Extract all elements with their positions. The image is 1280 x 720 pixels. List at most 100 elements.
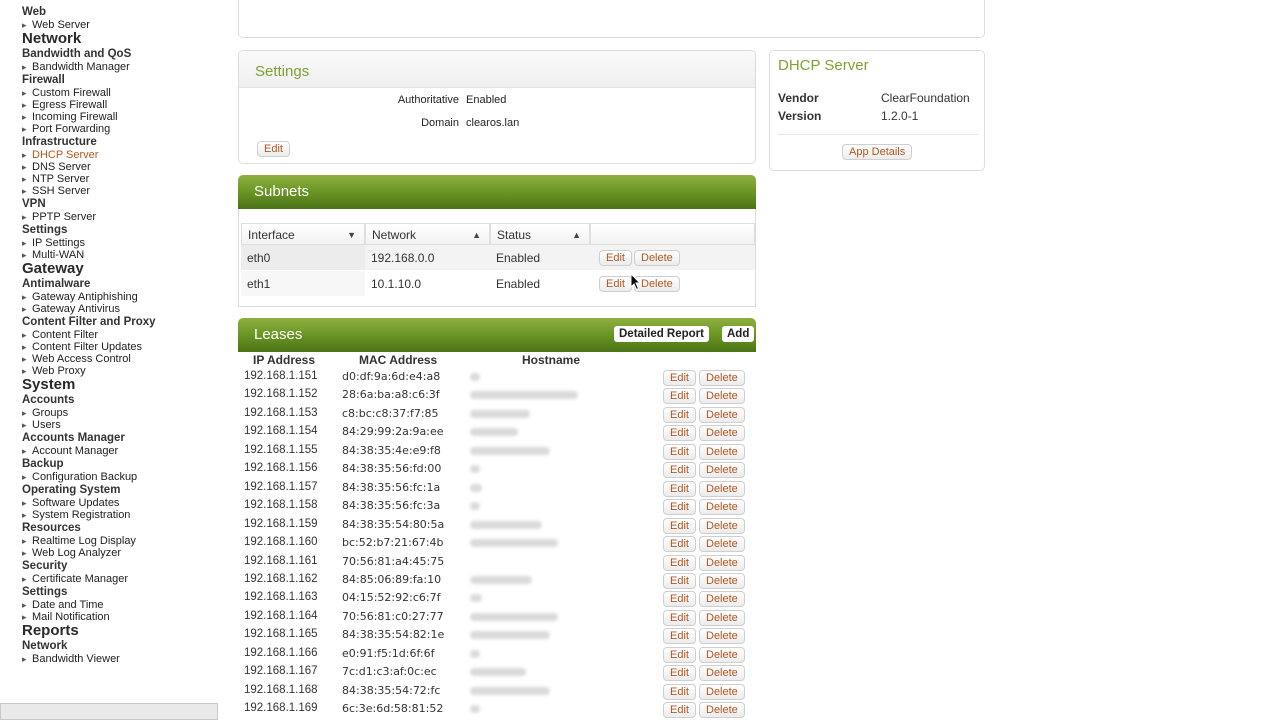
lease-edit-button[interactable]: Edit: [663, 665, 696, 682]
column-header-status[interactable]: Status ▲: [490, 223, 590, 245]
sidebar-item[interactable]: Multi-WAN: [22, 249, 220, 261]
sidebar-scrollbar[interactable]: [0, 703, 218, 720]
lease-delete-button[interactable]: Delete: [699, 462, 745, 479]
lease-hostname-blurred: [470, 409, 530, 418]
lease-edit-button[interactable]: Edit: [663, 591, 696, 608]
column-header-interface[interactable]: Interface ▼: [241, 223, 365, 245]
sidebar-item[interactable]: SSH Server: [22, 185, 220, 197]
lease-edit-button[interactable]: Edit: [663, 425, 696, 442]
lease-edit-button[interactable]: Edit: [663, 443, 696, 460]
sidebar-item[interactable]: Web Proxy: [22, 365, 220, 377]
sidebar-item[interactable]: Custom Firewall: [22, 87, 220, 99]
sidebar-item[interactable]: Gateway Antivirus: [22, 303, 220, 315]
lease-delete-button[interactable]: Delete: [699, 683, 745, 700]
lease-delete-button[interactable]: Delete: [699, 572, 745, 589]
lease-hostname-blurred: [470, 686, 550, 695]
lease-ip: 192.168.1.154: [244, 425, 318, 438]
sidebar-item[interactable]: Egress Firewall: [22, 99, 220, 111]
sidebar-item[interactable]: Users: [22, 419, 220, 431]
lease-ip: 192.168.1.159: [244, 517, 318, 530]
sidebar-item[interactable]: Web Access Control: [22, 353, 220, 365]
lease-edit-button[interactable]: Edit: [663, 370, 696, 386]
lease-delete-button[interactable]: Delete: [699, 702, 745, 719]
lease-edit-button[interactable]: Edit: [663, 517, 696, 534]
authoritative-value: Enabled: [466, 94, 507, 106]
lease-edit-button[interactable]: Edit: [663, 609, 696, 626]
lease-edit-button[interactable]: Edit: [663, 499, 696, 516]
lease-edit-button[interactable]: Edit: [663, 388, 696, 405]
sidebar-item[interactable]: Port Forwarding: [22, 123, 220, 135]
sidebar-item[interactable]: DHCP Server: [22, 149, 220, 161]
sidebar-item[interactable]: Bandwidth Viewer: [22, 653, 220, 665]
lease-edit-button[interactable]: Edit: [663, 536, 696, 553]
column-header-hostname[interactable]: Hostname: [522, 353, 580, 367]
lease-delete-button[interactable]: Delete: [699, 591, 745, 608]
sidebar-item[interactable]: Account Manager: [22, 445, 220, 457]
lease-delete-button[interactable]: Delete: [699, 480, 745, 497]
sidebar-item[interactable]: NTP Server: [22, 173, 220, 185]
sidebar-item[interactable]: Incoming Firewall: [22, 111, 220, 123]
sidebar-item[interactable]: Content Filter: [22, 329, 220, 341]
lease-delete-button[interactable]: Delete: [699, 665, 745, 682]
lease-edit-button[interactable]: Edit: [663, 683, 696, 700]
settings-edit-button[interactable]: Edit: [257, 141, 290, 157]
add-lease-button[interactable]: Add: [722, 326, 755, 342]
lease-hostname-blurred: [470, 373, 480, 381]
lease-edit-button[interactable]: Edit: [663, 406, 696, 423]
lease-hostname-blurred: [470, 483, 482, 492]
sidebar-item[interactable]: IP Settings: [22, 237, 220, 249]
lease-ip: 192.168.1.157: [244, 480, 318, 493]
sidebar-item[interactable]: Mail Notification: [22, 611, 220, 623]
sidebar-item[interactable]: Configuration Backup: [22, 471, 220, 483]
lease-delete-button[interactable]: Delete: [699, 388, 745, 405]
app-details-button[interactable]: App Details: [842, 144, 913, 160]
lease-edit-button[interactable]: Edit: [663, 572, 696, 589]
sidebar-item[interactable]: Software Updates: [22, 497, 220, 509]
column-header-mac[interactable]: MAC Address: [359, 353, 437, 367]
app-info-title: DHCP Server: [778, 57, 869, 74]
sidebar-item[interactable]: Web Server: [22, 19, 220, 31]
lease-delete-button[interactable]: Delete: [699, 406, 745, 423]
sidebar-item[interactable]: DNS Server: [22, 161, 220, 173]
lease-delete-button[interactable]: Delete: [699, 536, 745, 553]
sidebar-item[interactable]: System Registration: [22, 509, 220, 521]
sidebar-item[interactable]: Groups: [22, 407, 220, 419]
subnet-edit-button[interactable]: Edit: [599, 250, 632, 266]
lease-ip: 192.168.1.162: [244, 572, 318, 585]
sidebar-item[interactable]: Bandwidth Manager: [22, 61, 220, 73]
sidebar-item[interactable]: Web Log Analyzer: [22, 547, 220, 559]
lease-delete-button[interactable]: Delete: [699, 425, 745, 442]
lease-delete-button[interactable]: Delete: [699, 499, 745, 516]
lease-delete-button[interactable]: Delete: [699, 646, 745, 663]
lease-mac: 70:56:81:c0:27:77: [342, 609, 444, 623]
column-header-ip[interactable]: IP Address: [253, 353, 315, 367]
lease-hostname-blurred: [470, 428, 518, 437]
lease-edit-button[interactable]: Edit: [663, 462, 696, 479]
detailed-report-button[interactable]: Detailed Report: [614, 326, 709, 342]
sidebar-list: WebWeb ServerNetworkBandwidth and QoSBan…: [22, 6, 220, 665]
lease-delete-button[interactable]: Delete: [699, 517, 745, 534]
lease-edit-button[interactable]: Edit: [663, 702, 696, 719]
lease-delete-button[interactable]: Delete: [699, 370, 745, 386]
lease-edit-button[interactable]: Edit: [663, 646, 696, 663]
lease-delete-button[interactable]: Delete: [699, 609, 745, 626]
sidebar-item[interactable]: Date and Time: [22, 599, 220, 611]
lease-delete-button[interactable]: Delete: [699, 554, 745, 571]
column-header-network[interactable]: Network ▲: [365, 223, 490, 245]
subnet-delete-button[interactable]: Delete: [634, 250, 680, 266]
sidebar-item[interactable]: Realtime Log Display: [22, 535, 220, 547]
sidebar-item[interactable]: PPTP Server: [22, 211, 220, 223]
lease-delete-button[interactable]: Delete: [699, 443, 745, 460]
lease-hostname-blurred: [470, 520, 542, 529]
lease-delete-button[interactable]: Delete: [699, 628, 745, 645]
lease-edit-button[interactable]: Edit: [663, 554, 696, 571]
sidebar-item[interactable]: Certificate Manager: [22, 573, 220, 585]
sidebar-clipped-item: [22, 0, 220, 5]
sidebar-item[interactable]: Gateway Antiphishing: [22, 291, 220, 303]
lease-row: 192.168.1.164 70:56:81:c0:27:77 Edit Delete: [244, 608, 754, 626]
sort-desc-icon: ▼: [347, 230, 356, 240]
sidebar-item[interactable]: Content Filter Updates: [22, 341, 220, 353]
lease-edit-button[interactable]: Edit: [663, 480, 696, 497]
lease-edit-button[interactable]: Edit: [663, 628, 696, 645]
subnet-edit-button[interactable]: Edit: [599, 276, 632, 292]
